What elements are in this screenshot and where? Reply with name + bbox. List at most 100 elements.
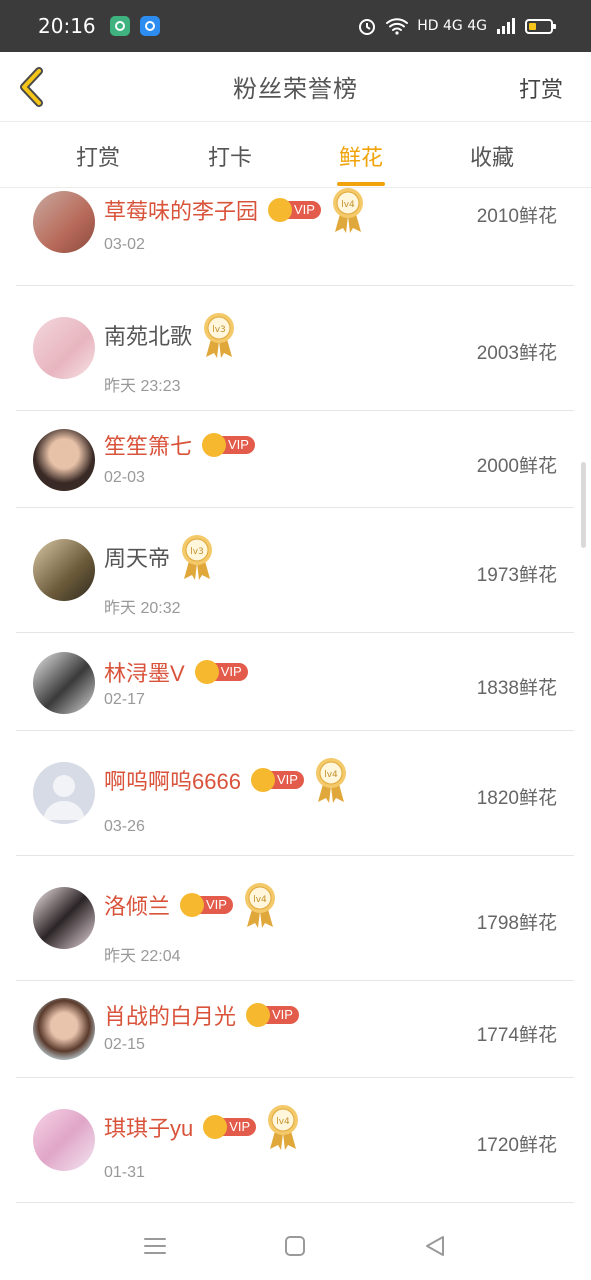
user-date: 昨天 20:32 [104, 600, 181, 617]
avatar[interactable] [33, 998, 95, 1060]
flower-count: 2010鲜花 [476, 206, 557, 227]
vip-badge: VIP [250, 768, 304, 792]
avatar[interactable] [33, 762, 95, 824]
tab-label: 打卡 [207, 145, 252, 170]
network-label: HD 4G 4G [417, 18, 487, 34]
status-bar: 20:16 HD 4G 4G [0, 0, 591, 52]
tab-label: 鲜花 [338, 145, 383, 170]
user-date: 02-15 [104, 1036, 145, 1053]
level-medal-icon: lv4 [332, 188, 363, 233]
flower-count: 1838鲜花 [476, 678, 557, 699]
status-icons: HD 4G 4G [357, 16, 556, 36]
crown-icon [268, 198, 293, 222]
user-date: 03-26 [104, 818, 145, 835]
back-button[interactable] [14, 66, 48, 108]
user-date: 02-17 [104, 691, 145, 708]
app-notification-icon [109, 16, 130, 36]
list-item[interactable]: 啊呜啊呜6666 VIP lv4 03-26 1820鲜花 [16, 731, 574, 856]
list-item[interactable]: 洛倾兰 VIP lv4 昨天 22:04 1798鲜花 [16, 856, 574, 981]
level-medal-icon: lv3 [204, 313, 235, 358]
user-date: 03-02 [104, 236, 145, 253]
alarm-icon [359, 19, 376, 35]
battery-icon [525, 18, 556, 34]
svg-text:lv4: lv4 [324, 770, 338, 780]
crown-icon [180, 893, 205, 917]
list-item[interactable]: 林浔墨V VIP 02-17 1838鲜花 [16, 633, 574, 731]
vip-badge: VIP [268, 198, 321, 222]
page-title: 粉丝荣誉榜 [233, 76, 358, 103]
ranking-list: 草莓味的李子园 VIP lv4 03-02 2010鲜花 南苑北歌 lv3 昨天… [0, 188, 591, 1210]
reward-button[interactable]: 打赏 [519, 72, 563, 104]
vip-badge: VIP [246, 1003, 299, 1027]
user-name[interactable]: 肖战的白月光 [104, 999, 236, 1031]
svg-text:lv4: lv4 [253, 895, 267, 905]
flower-count: 2000鲜花 [476, 456, 557, 477]
tab-reward[interactable]: 打赏 [63, 140, 133, 188]
level-medal-icon: lv3 [182, 535, 213, 580]
tab-checkin[interactable]: 打卡 [195, 140, 265, 188]
scrollbar-thumb[interactable] [581, 462, 586, 548]
svg-text:lv3: lv3 [212, 325, 226, 335]
avatar[interactable] [33, 539, 95, 601]
system-nav-bar [0, 1210, 591, 1280]
tab-label: 打赏 [75, 145, 120, 170]
flower-count: 1720鲜花 [476, 1135, 557, 1156]
user-name[interactable]: 周天帝 [104, 541, 170, 573]
user-name[interactable]: 林浔墨V [104, 656, 185, 688]
svg-text:lv3: lv3 [190, 547, 204, 557]
back-nav-icon[interactable] [421, 1232, 449, 1260]
user-date: 昨天 23:23 [104, 378, 181, 395]
tab-favorites[interactable]: 收藏 [457, 140, 527, 188]
list-item[interactable]: 周天帝 lv3 昨天 20:32 1973鲜花 [16, 508, 574, 633]
level-medal-icon: lv4 [268, 1105, 299, 1150]
list-item[interactable]: 草莓味的李子园 VIP lv4 03-02 2010鲜花 [16, 188, 574, 286]
signal-icon [497, 18, 515, 34]
user-date: 昨天 22:04 [104, 948, 181, 965]
home-icon[interactable] [281, 1232, 309, 1260]
user-name[interactable]: 洛倾兰 [104, 889, 170, 921]
wifi-icon [386, 18, 409, 35]
header: 粉丝荣誉榜 打赏 [0, 52, 591, 122]
svg-text:lv4: lv4 [276, 1117, 290, 1127]
flower-count: 1973鲜花 [476, 565, 557, 586]
crown-icon [194, 660, 219, 684]
avatar[interactable] [33, 887, 95, 949]
tab-label: 收藏 [469, 145, 514, 170]
tab-flowers[interactable]: 鲜花 [326, 140, 396, 188]
avatar[interactable] [33, 317, 95, 379]
flower-count: 2003鲜花 [476, 343, 557, 364]
avatar[interactable] [33, 652, 95, 714]
vip-badge: VIP [194, 660, 248, 684]
active-tab-indicator [337, 182, 385, 186]
avatar[interactable] [33, 191, 95, 253]
avatar[interactable] [33, 1109, 95, 1171]
avatar[interactable] [33, 429, 95, 491]
menu-icon[interactable] [141, 1232, 169, 1260]
level-medal-icon: lv4 [244, 883, 275, 928]
user-date: 02-03 [104, 469, 145, 486]
user-date: 01-31 [104, 1164, 145, 1181]
user-name[interactable]: 南苑北歌 [104, 319, 192, 351]
default-avatar-icon [43, 775, 85, 820]
app-notification-icon [139, 16, 160, 36]
list-item[interactable]: 琪琪子yu VIP lv4 01-31 1720鲜花 [16, 1078, 574, 1203]
vip-badge: VIP [202, 433, 255, 457]
level-medal-icon: lv4 [315, 758, 346, 803]
user-name[interactable]: 琪琪子yu [104, 1111, 193, 1143]
user-name[interactable]: 啊呜啊呜6666 [104, 764, 241, 796]
flower-count: 1774鲜花 [476, 1025, 557, 1046]
status-time: 20:16 [38, 14, 96, 38]
list-item[interactable]: 南苑北歌 lv3 昨天 23:23 2003鲜花 [16, 286, 574, 411]
user-name[interactable]: 草莓味的李子园 [104, 194, 258, 226]
flower-count: 1820鲜花 [476, 788, 557, 809]
tab-bar: 打赏 打卡 鲜花 收藏 [0, 122, 591, 188]
crown-icon [250, 768, 275, 792]
vip-badge: VIP [203, 1115, 257, 1139]
user-name[interactable]: 笙笙箫七 [104, 429, 192, 461]
crown-icon [246, 1003, 271, 1027]
vip-badge: VIP [180, 893, 233, 917]
flower-count: 1798鲜花 [476, 913, 557, 934]
list-item[interactable]: 笙笙箫七 VIP 02-03 2000鲜花 [16, 411, 574, 508]
crown-icon [202, 433, 227, 457]
list-item[interactable]: 肖战的白月光 VIP 02-15 1774鲜花 [16, 981, 574, 1078]
